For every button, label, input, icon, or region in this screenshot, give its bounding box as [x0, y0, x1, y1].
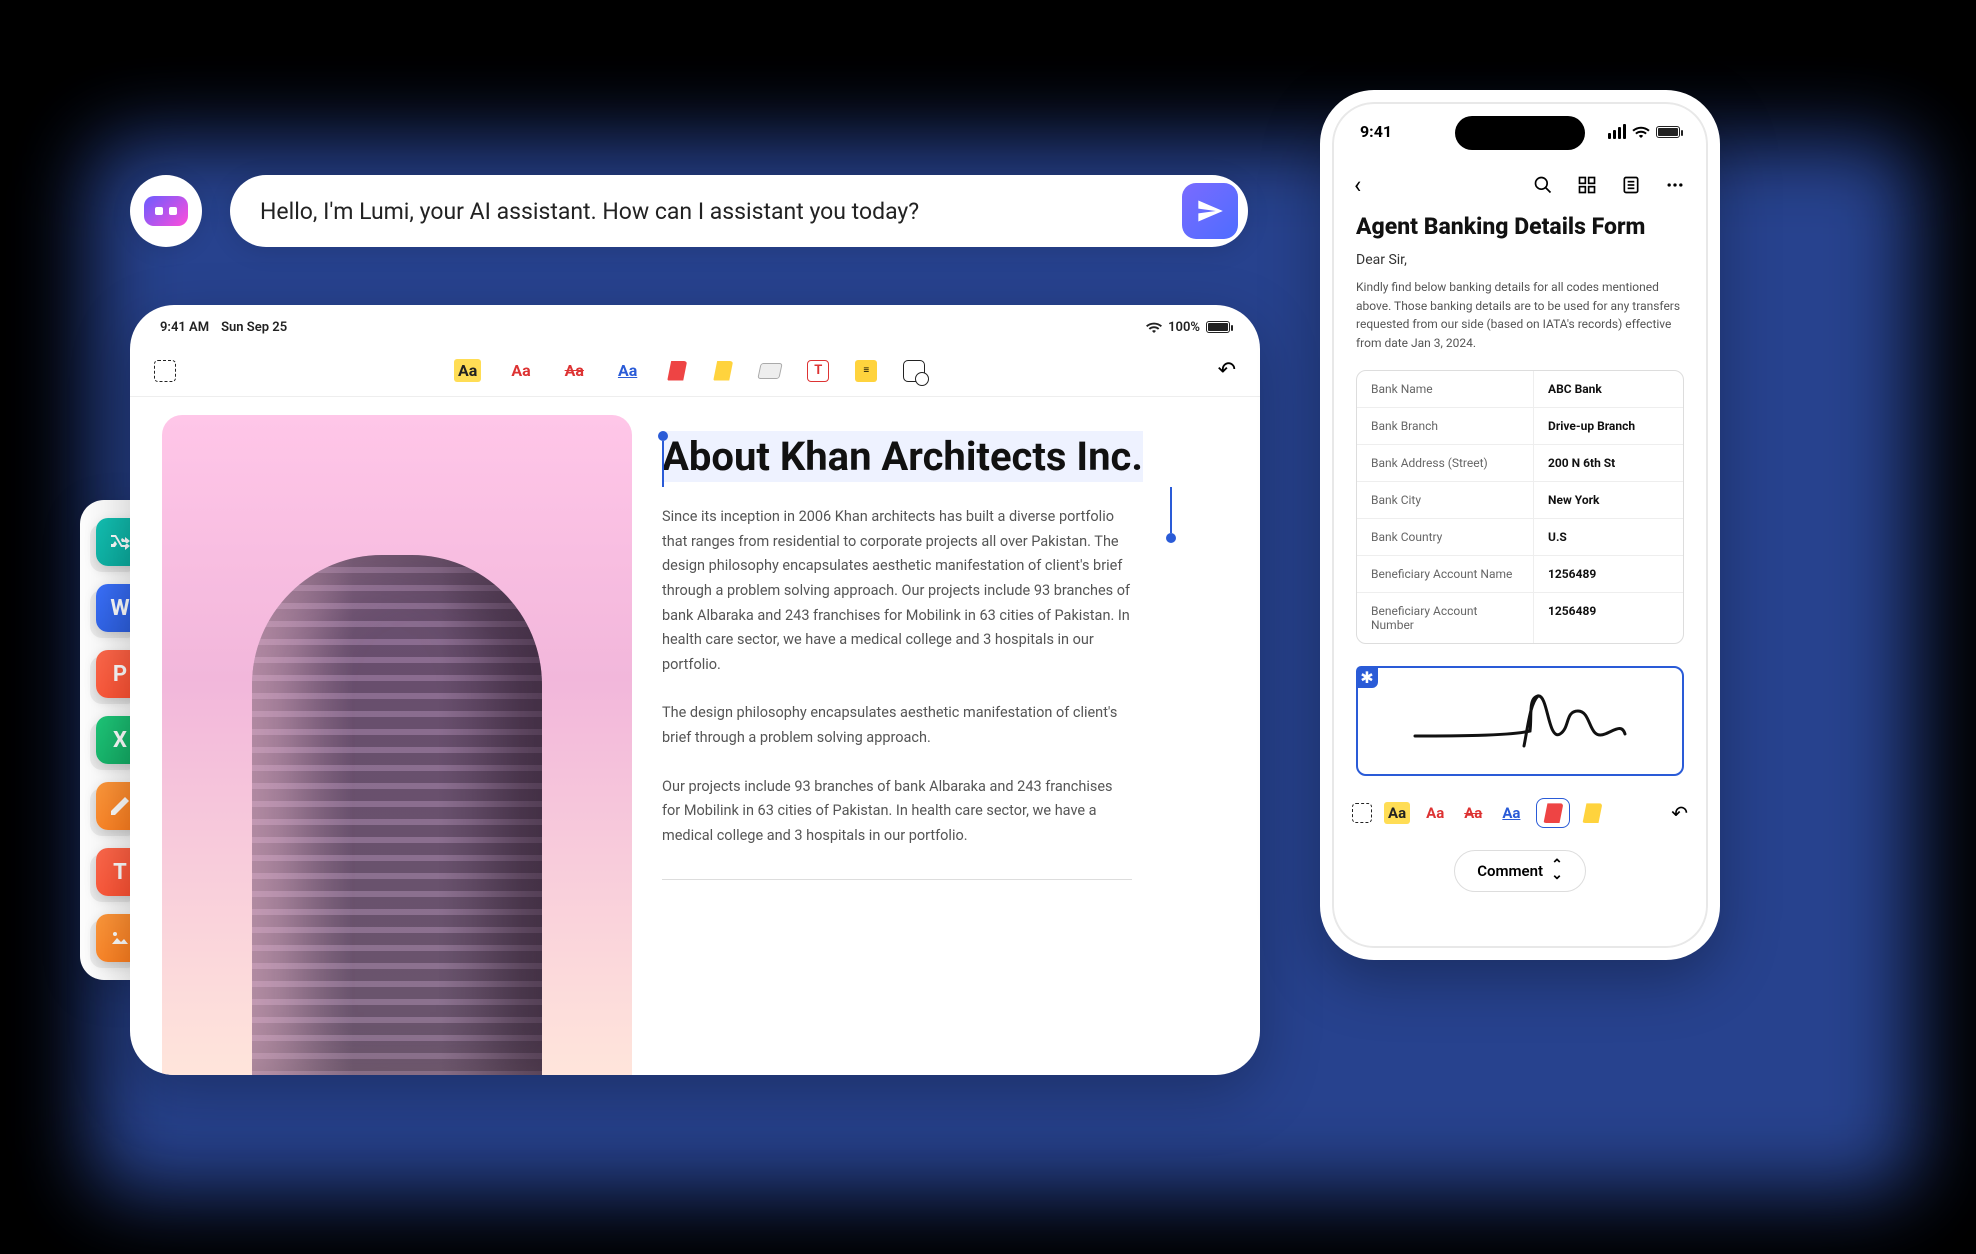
signature-box[interactable]: ✱ — [1356, 666, 1684, 776]
row-value: 200 N 6th St — [1533, 445, 1683, 481]
highlighter-selected[interactable] — [1536, 798, 1570, 828]
phone-notch — [1455, 116, 1585, 150]
row-label: Bank City — [1357, 482, 1533, 518]
row-label: Bank Branch — [1357, 408, 1533, 444]
highlighter-red-icon[interactable] — [667, 361, 687, 381]
wifi-icon — [1146, 321, 1162, 333]
ai-assistant-bar[interactable]: Hello, I'm Lumi, your AI assistant. How … — [230, 175, 1248, 247]
table-row: Bank NameABC Bank — [1357, 371, 1683, 407]
sticky-note-icon[interactable]: ≡ — [855, 360, 877, 382]
form-salutation: Dear Sir, — [1356, 252, 1684, 268]
textbox-icon[interactable]: T — [807, 360, 829, 382]
selection-handle-end[interactable] — [1166, 533, 1176, 543]
table-row: Beneficiary Account Number1256489 — [1357, 592, 1683, 643]
tablet-device: 9:41 AM Sun Sep 25 100% Aa Aa Aa Aa T ≡ … — [130, 305, 1260, 1075]
article-content: About Khan Architects Inc. Since its inc… — [662, 415, 1224, 1075]
article-divider — [662, 879, 1132, 880]
list-icon[interactable] — [1620, 174, 1642, 196]
selection-handle-start[interactable] — [658, 431, 668, 441]
tablet-status-bar: 9:41 AM Sun Sep 25 100% — [130, 305, 1260, 335]
text-style-strike[interactable]: Aa — [1460, 802, 1486, 824]
table-row: Bank CityNew York — [1357, 481, 1683, 518]
text-style-red[interactable]: Aa — [1422, 802, 1448, 824]
phone-toolbar: Aa Aa Aa Aa ↶ — [1332, 776, 1708, 838]
row-label: Bank Address (Street) — [1357, 445, 1533, 481]
highlighter-yellow-icon[interactable] — [1582, 803, 1602, 823]
text-style-underline[interactable]: Aa — [614, 359, 641, 382]
more-icon[interactable] — [1664, 174, 1686, 196]
phone-nav-bar: ‹ — [1332, 141, 1708, 213]
article-hero-image — [162, 415, 632, 1075]
text-style-highlight[interactable]: Aa — [1384, 802, 1410, 824]
phone-time: 9:41 — [1360, 122, 1392, 141]
battery-percent: 100% — [1168, 320, 1200, 335]
article-title[interactable]: About Khan Architects Inc. — [662, 431, 1143, 482]
paper-plane-icon — [1196, 197, 1224, 225]
row-value: 1256489 — [1533, 556, 1683, 592]
lasso-select-icon[interactable] — [1352, 803, 1372, 823]
signature-required-badge: ✱ — [1356, 666, 1378, 688]
ai-avatar[interactable] — [130, 175, 202, 247]
highlighter-yellow-icon[interactable] — [713, 361, 733, 381]
robot-icon — [144, 196, 188, 226]
status-date: Sun Sep 25 — [221, 320, 287, 335]
lasso-select-icon[interactable] — [154, 360, 176, 382]
row-value: New York — [1533, 482, 1683, 518]
row-label: Bank Country — [1357, 519, 1533, 555]
form-title: Agent Banking Details Form — [1356, 213, 1684, 240]
row-label: Beneficiary Account Number — [1357, 593, 1533, 643]
form-table: Bank NameABC BankBank BranchDrive-up Bra… — [1356, 370, 1684, 644]
phone-device: 9:41 ‹ Agent Banking Details Form Dear S… — [1320, 90, 1720, 960]
text-style-strike[interactable]: Aa — [561, 359, 588, 382]
table-row: Bank Address (Street)200 N 6th St — [1357, 444, 1683, 481]
battery-icon — [1206, 321, 1230, 333]
signature-icon — [1410, 686, 1630, 756]
highlighter-red-icon — [1543, 803, 1563, 823]
table-row: Bank CountryU.S — [1357, 518, 1683, 555]
search-icon[interactable] — [1532, 174, 1554, 196]
ai-greeting-text: Hello, I'm Lumi, your AI assistant. How … — [260, 198, 1182, 225]
send-button[interactable] — [1182, 183, 1238, 239]
row-label: Beneficiary Account Name — [1357, 556, 1533, 592]
table-row: Bank BranchDrive-up Branch — [1357, 407, 1683, 444]
row-label: Bank Name — [1357, 371, 1533, 407]
tablet-toolbar: Aa Aa Aa Aa T ≡ ↶ — [130, 345, 1260, 397]
row-value: ABC Bank — [1533, 371, 1683, 407]
undo-icon[interactable]: ↶ — [1218, 358, 1236, 383]
table-row: Beneficiary Account Name1256489 — [1357, 555, 1683, 592]
comment-label: Comment — [1477, 862, 1543, 880]
eraser-icon[interactable] — [758, 363, 783, 379]
form-body: Kindly find below banking details for al… — [1356, 278, 1684, 352]
row-value: 1256489 — [1533, 593, 1683, 643]
row-value: Drive-up Branch — [1533, 408, 1683, 444]
shape-tool-icon[interactable] — [903, 360, 925, 382]
article-paragraph-3[interactable]: Our projects include 93 branches of bank… — [662, 775, 1132, 849]
chevron-updown-icon: ⌃⌄ — [1551, 861, 1563, 881]
text-style-highlight[interactable]: Aa — [454, 359, 481, 382]
text-style-underline[interactable]: Aa — [1498, 802, 1524, 824]
article-paragraph-2[interactable]: The design philosophy encapsulates aesth… — [662, 701, 1132, 750]
battery-icon — [1656, 126, 1680, 138]
comment-mode-button[interactable]: Comment ⌃⌄ — [1454, 850, 1586, 892]
grid-icon[interactable] — [1576, 174, 1598, 196]
cellular-signal-icon — [1608, 124, 1626, 139]
wifi-icon — [1632, 125, 1650, 138]
article-paragraph-1[interactable]: Since its inception in 2006 Khan archite… — [662, 505, 1132, 677]
undo-icon[interactable]: ↶ — [1671, 801, 1688, 825]
row-value: U.S — [1533, 519, 1683, 555]
back-button[interactable]: ‹ — [1354, 171, 1361, 199]
status-time: 9:41 AM — [160, 320, 209, 335]
text-style-red[interactable]: Aa — [507, 359, 534, 382]
building-illustration — [252, 555, 542, 1075]
